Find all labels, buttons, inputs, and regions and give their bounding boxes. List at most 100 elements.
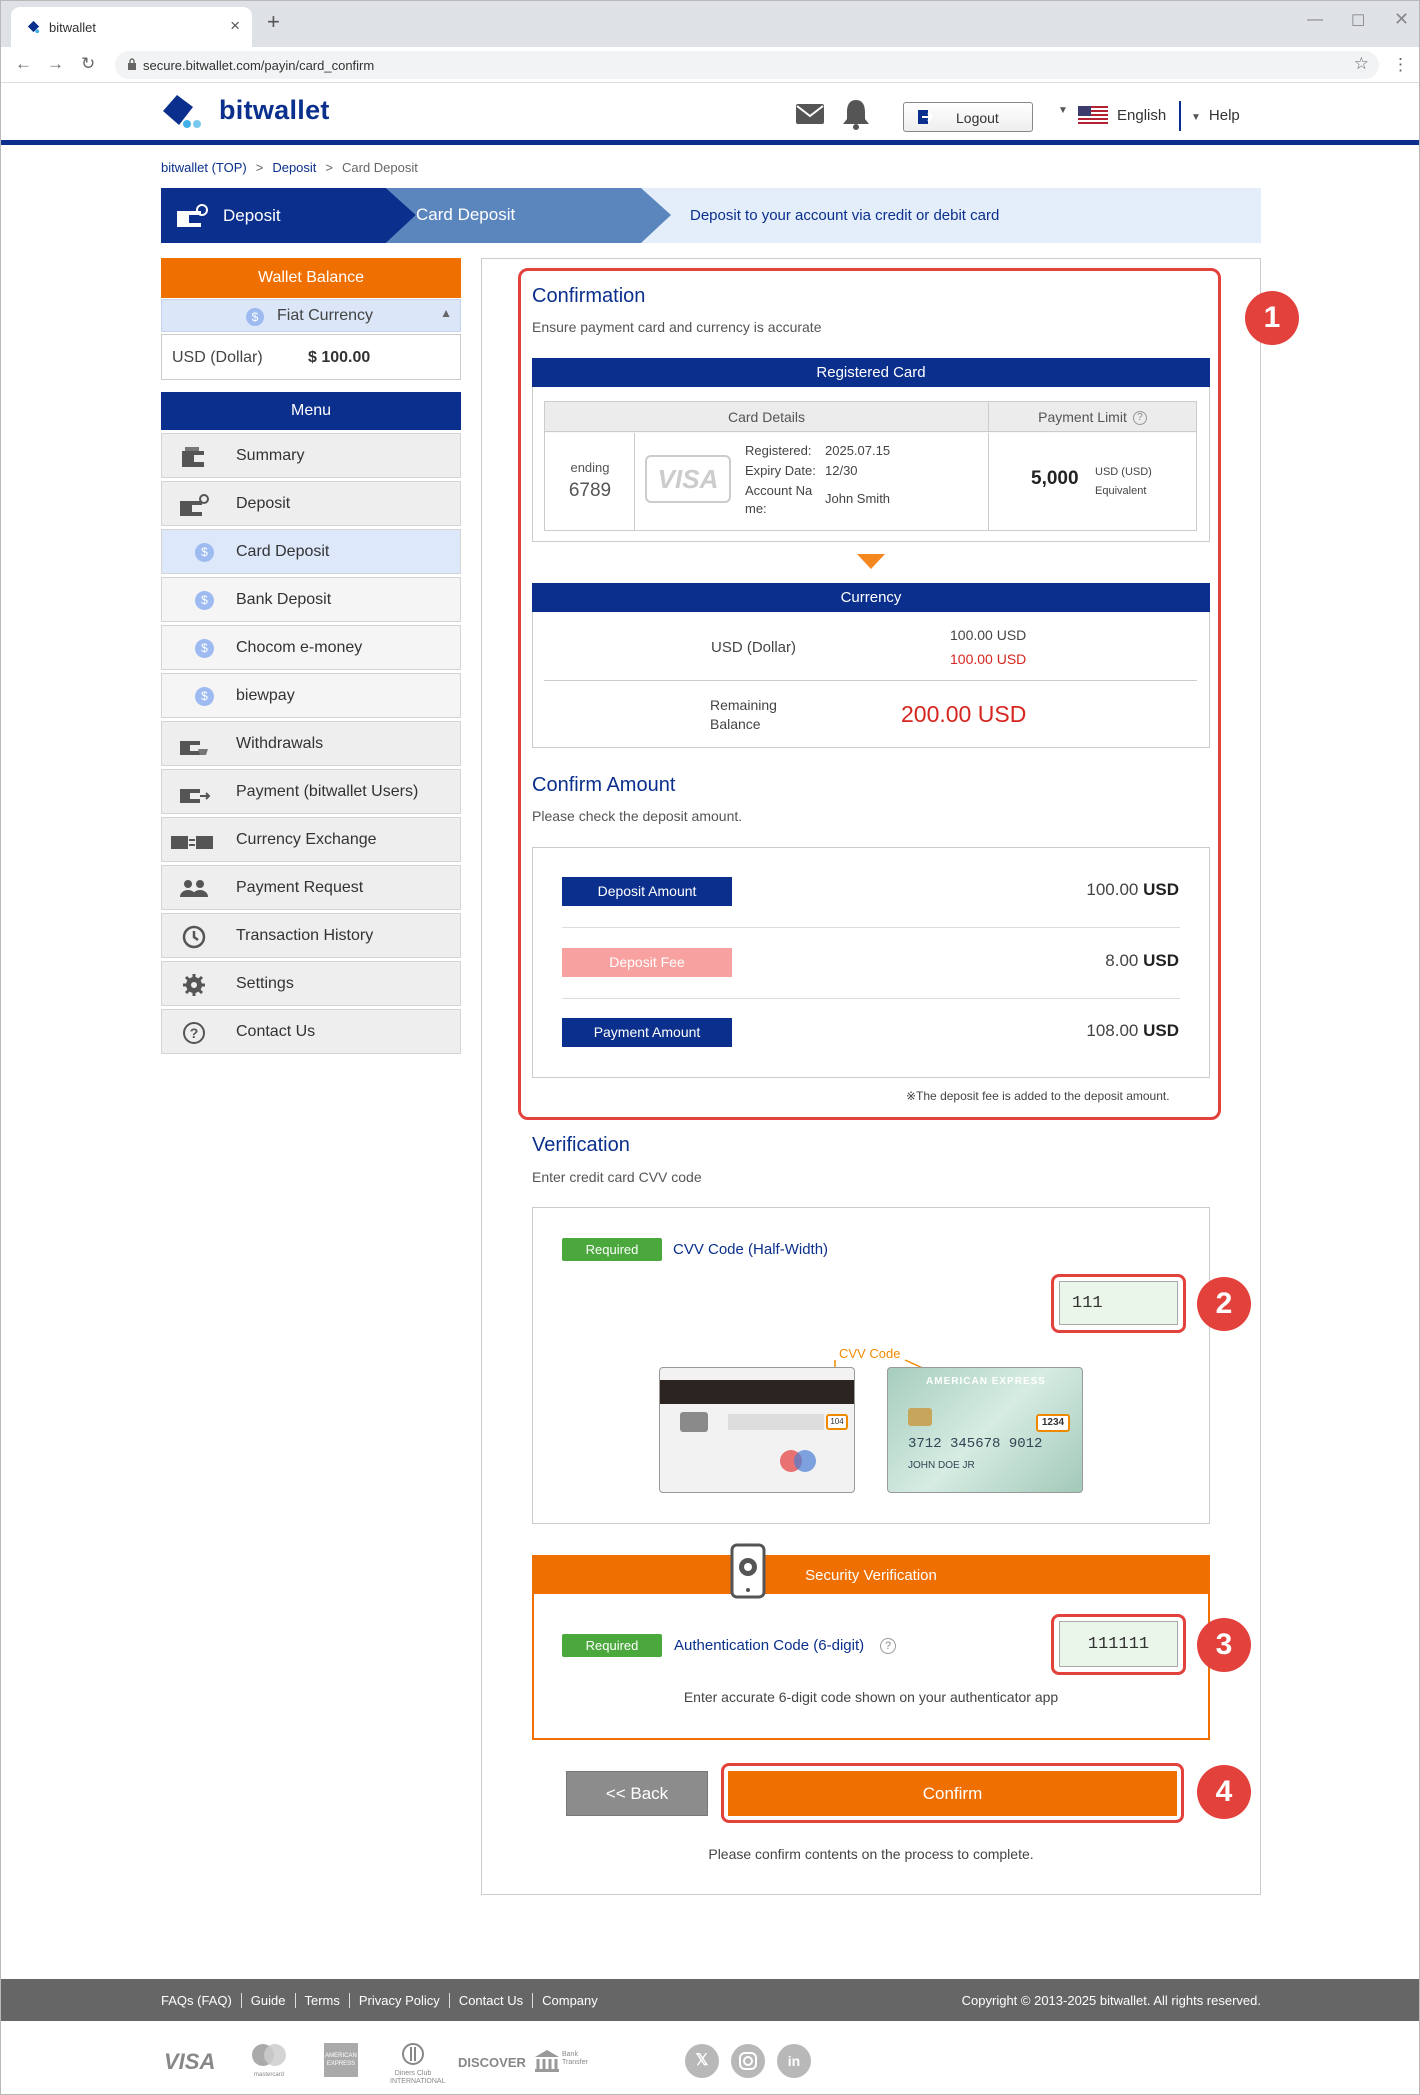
magnetic-stripe — [660, 1380, 854, 1404]
card-fine-print — [660, 1372, 854, 1378]
minimize-icon[interactable]: — — [1307, 11, 1323, 29]
amex-card-number: 3712 345678 9012 — [908, 1436, 1043, 1452]
footer-link-privacy[interactable]: Privacy Policy — [349, 1993, 450, 2008]
amex-card-name: JOHN DOE JR — [908, 1460, 975, 1471]
chip-icon — [908, 1408, 932, 1426]
diners-club-icon — [402, 2043, 424, 2065]
step-banner: Deposit Card Deposit Deposit to your acc… — [161, 188, 1261, 243]
deposit-icon — [177, 204, 208, 227]
logo-text: bitwallet — [219, 95, 330, 125]
logout-button[interactable]: Logout — [903, 102, 1033, 132]
sidebar-item-chocom[interactable]: $ Chocom e-money — [161, 625, 461, 670]
sidebar-item-label: Summary — [236, 447, 305, 464]
linkedin-icon[interactable]: in — [777, 2044, 811, 2078]
breadcrumb-top-link[interactable]: bitwallet (TOP) — [161, 160, 247, 175]
browser-tab[interactable]: bitwallet × — [11, 7, 252, 47]
sidebar-item-card-deposit[interactable]: $ Card Deposit — [161, 529, 461, 574]
visa-logo: VISA — [164, 2049, 216, 2074]
annotation-highlight-3 — [1051, 1614, 1186, 1675]
bitwallet-favicon-icon — [27, 20, 40, 34]
balance-row: USD (Dollar) $ 100.00 — [161, 334, 461, 380]
sidebar-item-currency-exchange[interactable]: Currency Exchange — [161, 817, 461, 862]
caret-down-icon: ▼ — [1191, 112, 1201, 123]
fiat-currency-toggle[interactable]: $ Fiat Currency ▲ — [161, 299, 461, 332]
bell-icon[interactable] — [841, 98, 871, 130]
sidebar-item-label: Deposit — [236, 495, 291, 512]
language-label: English — [1117, 107, 1167, 124]
authentication-hint: Enter accurate 6-digit code shown on you… — [683, 1689, 1059, 1705]
footer-links: FAQs (FAQ) Guide Terms Privacy Policy Contac… — [161, 1993, 607, 2008]
annotation-badge-2: 2 — [1197, 1277, 1251, 1331]
sidebar-item-biewpay[interactable]: $ biewpay — [161, 673, 461, 718]
caret-down-icon: ▼ — [1058, 105, 1068, 116]
footer-link-company[interactable]: Company — [533, 1993, 607, 2008]
withdraw-icon — [180, 741, 208, 755]
annotation-badge-4: 4 — [1197, 1765, 1251, 1819]
dollar-icon: $ — [195, 543, 214, 562]
url-text: secure.bitwallet.com/payin/card_confirm — [143, 58, 375, 73]
annotation-highlight-2 — [1051, 1274, 1186, 1333]
sidebar-item-bank-deposit[interactable]: $ Bank Deposit — [161, 577, 461, 622]
sidebar-item-withdrawals[interactable]: Withdrawals — [161, 721, 461, 766]
fiat-currency-label: Fiat Currency — [277, 307, 374, 324]
tab-bar: bitwallet × + — ☐ ✕ — [1, 1, 1419, 47]
mastercard-text: mastercard — [253, 2072, 284, 2078]
help-icon[interactable]: ? — [880, 1638, 896, 1654]
logout-label: Logout — [956, 110, 999, 126]
required-badge: Required — [562, 1634, 662, 1657]
dollar-icon: $ — [195, 639, 214, 658]
balance-amount: $ 100.00 — [308, 349, 371, 366]
url-field[interactable]: secure.bitwallet.com/payin/card_confirm … — [115, 51, 1379, 79]
lock-icon — [128, 58, 136, 70]
help-menu[interactable]: ▼ Help — [1191, 107, 1240, 124]
sidebar-item-summary[interactable]: Summary — [161, 433, 461, 478]
amex-brand-text: AMERICAN EXPRESS — [926, 1376, 1046, 1387]
step-deposit: Deposit — [161, 188, 416, 243]
browser-menu-icon[interactable]: ⋮ — [1392, 55, 1409, 75]
dollar-icon: $ — [195, 591, 214, 610]
wallet-icon — [182, 447, 204, 467]
back-arrow-icon[interactable]: ← — [15, 54, 32, 74]
forward-arrow-icon[interactable]: → — [47, 54, 64, 74]
breadcrumb-deposit-link[interactable]: Deposit — [272, 160, 316, 175]
annotation-badge-1: 1 — [1245, 291, 1299, 345]
bank-transfer-logo: Bank Transfer — [534, 2049, 588, 2078]
footer-link-faq[interactable]: FAQs (FAQ) — [161, 1993, 242, 2008]
footer-link-guide[interactable]: Guide — [241, 1993, 296, 2008]
step-card-deposit-label: Card Deposit — [416, 205, 516, 224]
instagram-glyph — [739, 2052, 757, 2070]
dollar-icon: $ — [246, 308, 264, 326]
verification-subtitle: Enter credit card CVV code — [532, 1169, 702, 1185]
tab-title: bitwallet — [49, 20, 96, 35]
diners-club-text: Diners Club INTERNATIONAL — [390, 2070, 446, 2085]
back-button[interactable]: << Back — [566, 1771, 708, 1816]
instagram-icon[interactable] — [731, 2044, 765, 2078]
mail-icon[interactable] — [796, 104, 824, 124]
footer-link-contact[interactable]: Contact Us — [449, 1993, 534, 2008]
annotation-badge-3: 3 — [1197, 1618, 1251, 1672]
sidebar-item-label: Withdrawals — [236, 735, 324, 752]
sidebar-item-label: biewpay — [236, 687, 295, 704]
sidebar-item-label: Payment (bitwallet Users) — [236, 783, 419, 800]
sidebar-item-deposit[interactable]: Deposit — [161, 481, 461, 526]
diners-club-logo: Diners Club INTERNATIONAL — [390, 2043, 446, 2086]
footer-link-terms[interactable]: Terms — [295, 1993, 350, 2008]
new-tab-icon[interactable]: + — [267, 9, 280, 35]
reload-icon[interactable]: ↻ — [81, 54, 95, 74]
bitwallet-logo-icon — [163, 95, 201, 128]
sidebar-item-label: Currency Exchange — [236, 831, 377, 848]
close-tab-icon[interactable]: × — [230, 16, 240, 36]
sidebar-item-label: Settings — [236, 975, 294, 992]
banner-description: Deposit to your account via credit or de… — [690, 207, 1000, 224]
amex-logo: AMERICAN EXPRESS — [324, 2043, 358, 2077]
gear-icon — [183, 974, 205, 996]
x-twitter-icon[interactable]: 𝕏 — [685, 2044, 719, 2078]
card-logo-circle-icon — [794, 1450, 816, 1472]
balance-currency: USD (Dollar) — [172, 349, 263, 366]
sidebar-item-payment[interactable]: Payment (bitwallet Users) — [161, 769, 461, 814]
bookmark-star-icon[interactable]: ☆ — [1354, 54, 1369, 74]
close-window-icon[interactable]: ✕ — [1394, 9, 1409, 30]
verification-title: Verification — [532, 1134, 630, 1156]
cvv-label: CVV Code (Half-Width) — [673, 1241, 829, 1258]
maximize-icon[interactable]: ☐ — [1351, 11, 1365, 31]
